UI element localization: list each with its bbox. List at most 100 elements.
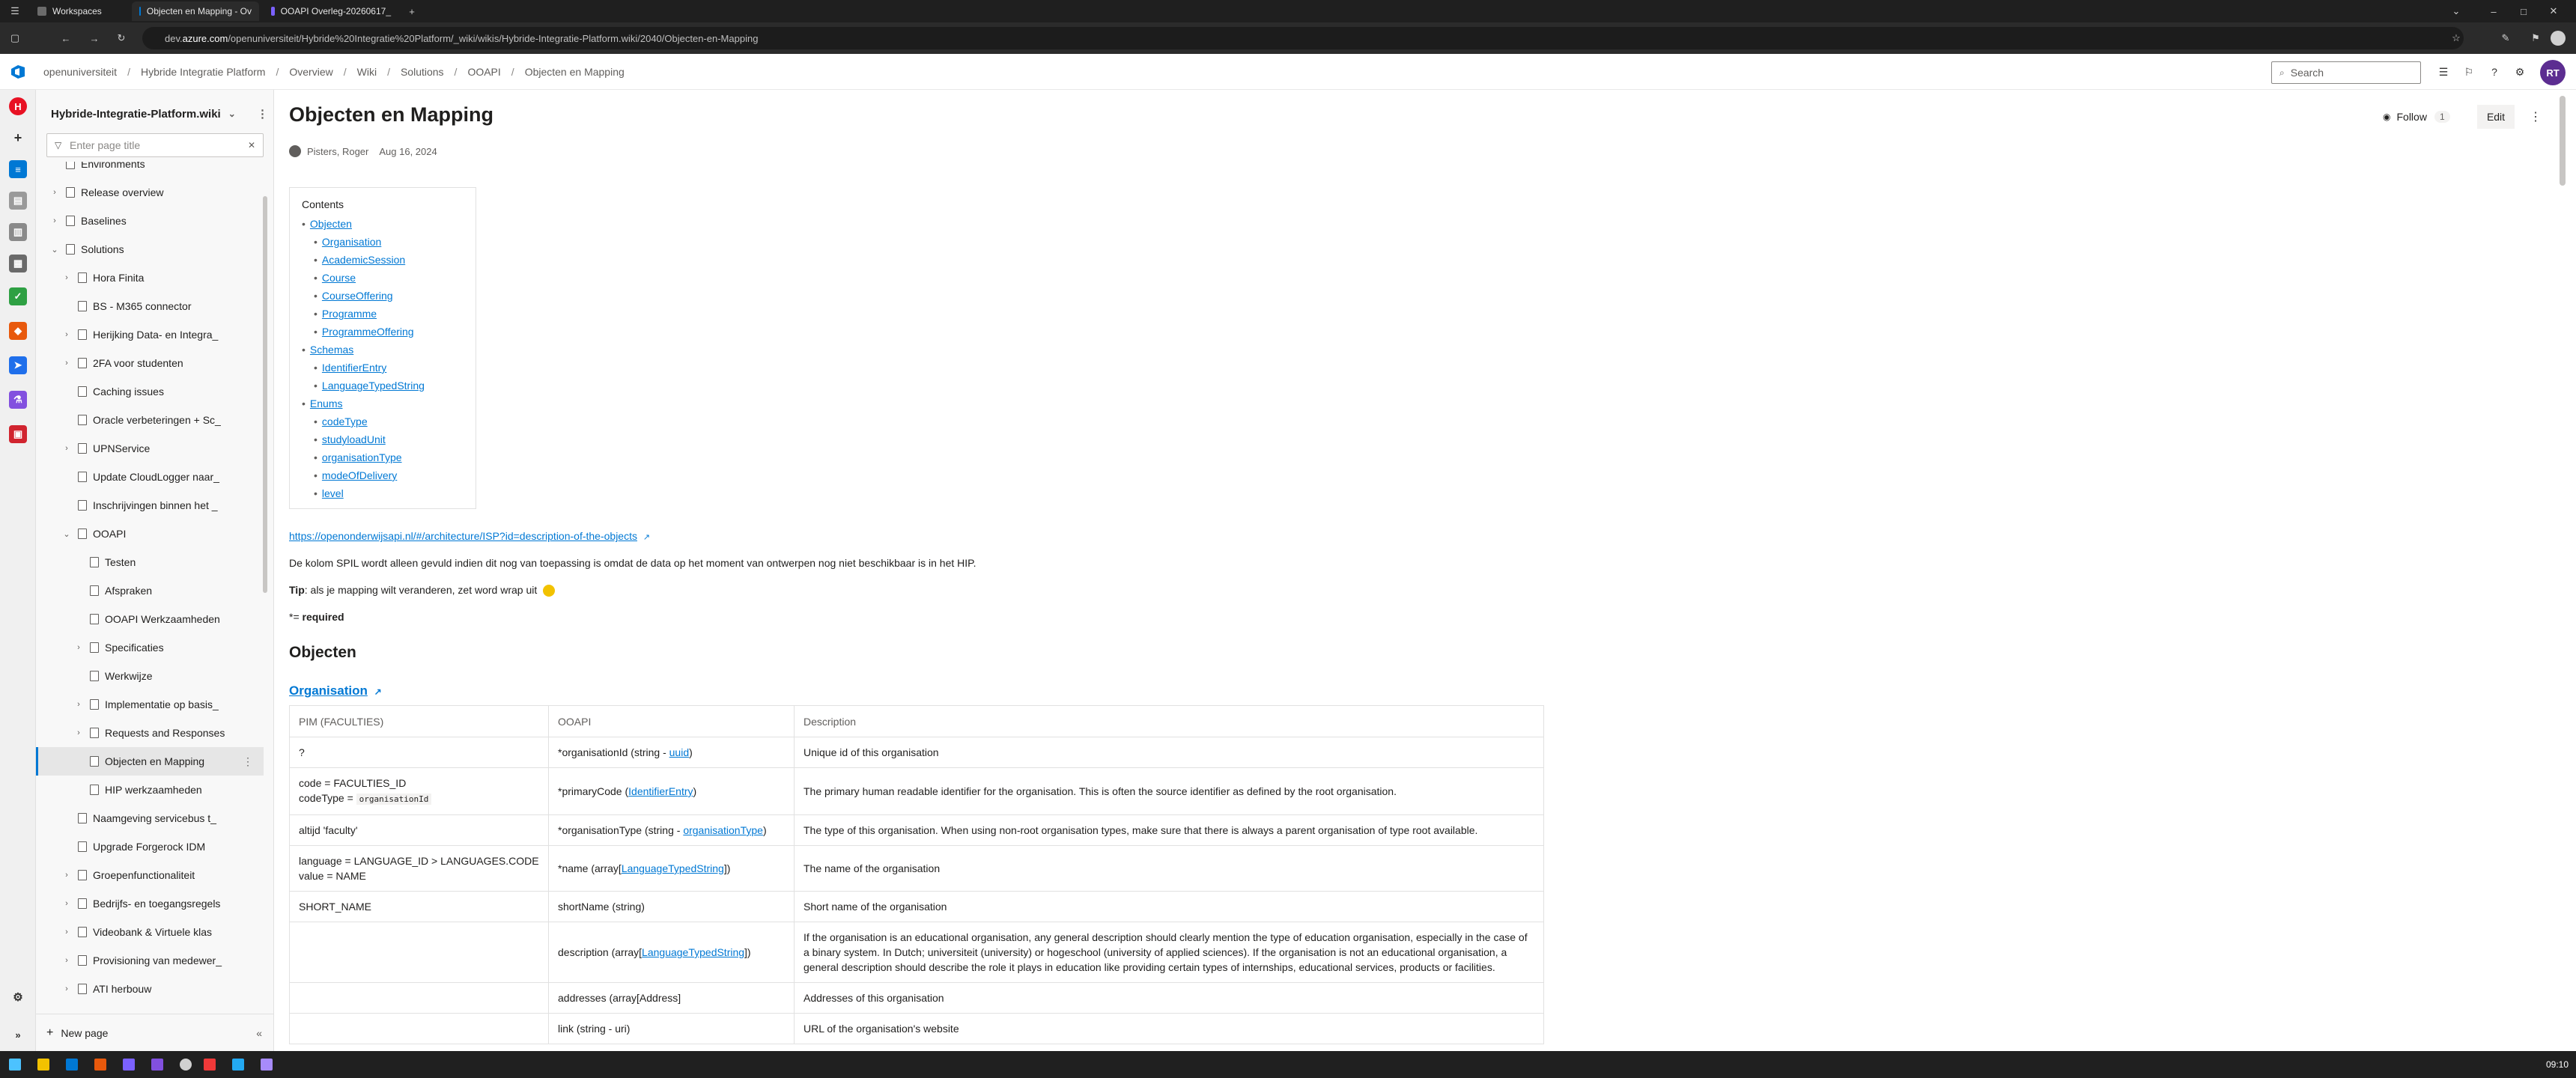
start-icon[interactable] xyxy=(9,1059,21,1071)
tree-item[interactable]: › Hora Finita xyxy=(36,264,264,292)
back-icon[interactable]: ← xyxy=(58,31,73,46)
tree-item[interactable]: › Requests and Responses xyxy=(36,719,264,747)
artifacts-icon[interactable]: ▣ xyxy=(9,425,27,443)
tree-item[interactable]: › Provisioning van medewer_ xyxy=(36,946,264,975)
azure-devops-logo-icon[interactable] xyxy=(9,63,27,81)
test-plans-icon[interactable]: ⚗ xyxy=(9,391,27,409)
chevron-right-icon[interactable]: › xyxy=(73,700,84,709)
tree-item[interactable]: Update CloudLogger naar_ xyxy=(36,463,264,491)
new-tab-icon[interactable]: + xyxy=(404,4,419,19)
powerpoint-icon[interactable] xyxy=(94,1059,106,1071)
toc-link[interactable]: Objecten xyxy=(310,218,352,230)
extensions-icon[interactable]: ⚑ xyxy=(2528,31,2543,46)
minimize-icon[interactable]: – xyxy=(2486,4,2501,19)
toc-link[interactable]: ProgrammeOffering xyxy=(322,326,414,338)
toc-link[interactable]: AcademicSession xyxy=(322,254,405,266)
tree-item[interactable]: Inschrijvingen binnen het _ xyxy=(36,491,264,520)
filter-pages-input[interactable]: ▽ Enter page title ✕ xyxy=(46,133,264,157)
tree-item[interactable]: ⌄ OOAPI xyxy=(36,520,264,548)
objects-description-link[interactable]: https://openonderwijsapi.nl/#/architectu… xyxy=(289,530,637,542)
tab-ooapi-overleg[interactable]: OOAPI Overleg-20260617_ xyxy=(264,1,398,21)
toc-link[interactable]: Programme xyxy=(322,308,377,320)
project-settings-icon[interactable]: ⚙ xyxy=(9,988,27,1006)
breadcrumb-current-page[interactable]: Objecten en Mapping xyxy=(525,66,625,78)
tree-item[interactable]: › Bedrijfs- en toegangsregels xyxy=(36,889,264,918)
chevron-right-icon[interactable]: › xyxy=(49,188,60,197)
tree-item[interactable]: › Herijking Data- en Integra_ xyxy=(36,320,264,349)
search-input[interactable]: ⌕ Search xyxy=(2271,61,2421,84)
tree-item[interactable]: OOAPI Werkzaamheden xyxy=(36,605,264,633)
vivaldi-icon[interactable] xyxy=(204,1059,216,1071)
cell-ooapi-link[interactable]: LanguageTypedString xyxy=(622,862,724,874)
page-scrollbar[interactable] xyxy=(2560,96,2566,186)
wiki-more-icon[interactable]: ⋮ xyxy=(257,107,268,121)
tab-list-icon[interactable]: ⌄ xyxy=(2449,4,2464,19)
cell-ooapi-link[interactable]: IdentifierEntry xyxy=(628,785,693,797)
follow-button[interactable]: ◉ Follow 1 xyxy=(2383,105,2450,129)
chevron-right-icon[interactable]: › xyxy=(61,871,72,880)
author-name[interactable]: Pisters, Roger xyxy=(307,146,368,157)
project-icon[interactable]: H xyxy=(9,97,27,115)
organisation-link[interactable]: Organisation xyxy=(289,683,368,698)
list-icon[interactable]: ☰ xyxy=(2436,64,2451,79)
tree-item[interactable]: Naamgeving servicebus t_ xyxy=(36,804,264,832)
tree-item-more-icon[interactable]: ⋮ xyxy=(243,755,253,768)
tree-item[interactable]: › Specificaties xyxy=(36,633,264,662)
address-bar[interactable]: dev. azure.com/openuniversiteit/Hybride%2… xyxy=(142,27,2464,49)
toc-link[interactable]: modeOfDelivery xyxy=(322,469,397,481)
toc-link[interactable]: CourseOffering xyxy=(322,290,393,302)
bookmark-icon[interactable]: ☆ xyxy=(2449,31,2464,46)
wiki-selector[interactable]: Hybride-Integratie-Platform.wiki ⌄ ⋮ xyxy=(51,105,268,123)
toc-link[interactable]: studyloadUnit xyxy=(322,433,386,445)
toc-link[interactable]: IdentifierEntry xyxy=(322,362,386,374)
tree-item[interactable]: Upgrade Forgerock IDM xyxy=(36,832,264,861)
tree-item[interactable]: › 2FA voor studenten xyxy=(36,349,264,377)
cell-ooapi-link[interactable]: uuid xyxy=(669,746,689,758)
reload-icon[interactable]: ↻ xyxy=(114,31,129,46)
breadcrumb-project[interactable]: Hybride Integratie Platform xyxy=(141,66,266,78)
tree-item[interactable]: › Groepenfunctionaliteit xyxy=(36,861,264,889)
pipelines-icon[interactable]: ➤ xyxy=(9,356,27,374)
toc-link[interactable]: LanguageTypedString xyxy=(322,380,425,392)
tree-item[interactable]: Oracle verbeteringen + Sc_ xyxy=(36,406,264,434)
tree-item[interactable]: Objecten en Mapping ⋮ xyxy=(36,747,264,776)
tree-item[interactable]: Caching issues xyxy=(36,377,264,406)
tree-item[interactable]: Testen xyxy=(36,548,264,576)
tree-item[interactable]: › Release overview xyxy=(36,178,264,207)
user-settings-icon[interactable]: ⚙ xyxy=(2512,64,2527,79)
add-icon[interactable]: + xyxy=(9,129,27,147)
tree-item[interactable]: › ATI herbouw xyxy=(36,975,264,1003)
vscode-icon[interactable] xyxy=(232,1059,244,1071)
chevron-right-icon[interactable]: › xyxy=(73,728,84,737)
tree-item[interactable]: Environments xyxy=(36,162,264,178)
chevron-right-icon[interactable]: › xyxy=(61,330,72,339)
tree-item[interactable]: › Baselines xyxy=(36,207,264,235)
chevron-right-icon[interactable]: › xyxy=(61,359,72,368)
visual-studio-icon[interactable] xyxy=(151,1059,163,1071)
tree-item[interactable]: ⌄ Solutions xyxy=(36,235,264,264)
breadcrumb-ooapi[interactable]: OOAPI xyxy=(467,66,500,78)
tree-item[interactable]: Werkwijze xyxy=(36,662,264,690)
cell-ooapi-link[interactable]: LanguageTypedString xyxy=(642,946,744,958)
new-page-button[interactable]: + New page « xyxy=(36,1014,274,1051)
breadcrumb-overview[interactable]: Overview xyxy=(289,66,332,78)
chevron-down-icon[interactable]: ⌄ xyxy=(49,245,60,255)
wiki-icon[interactable]: ▥ xyxy=(9,223,27,241)
tree-item[interactable]: BS - M365 connector xyxy=(36,292,264,320)
close-icon[interactable]: ✕ xyxy=(2546,4,2561,19)
toc-link[interactable]: Course xyxy=(322,272,356,284)
dashboards-icon[interactable]: ▤ xyxy=(9,192,27,210)
breadcrumb-org[interactable]: openuniversiteit xyxy=(43,66,117,78)
tree-item[interactable]: HIP werkzaamheden xyxy=(36,776,264,804)
browser-menu-icon[interactable]: ☰ xyxy=(7,4,22,19)
outlook-icon[interactable] xyxy=(66,1059,78,1071)
wiki-active-icon[interactable]: ▦ xyxy=(9,255,27,272)
sidebar-toggle-icon[interactable]: ▢ xyxy=(7,31,22,46)
chevron-right-icon[interactable]: › xyxy=(49,216,60,225)
pen-icon[interactable]: ✎ xyxy=(2498,31,2513,46)
breadcrumb-solutions[interactable]: Solutions xyxy=(401,66,444,78)
file-explorer-icon[interactable] xyxy=(37,1059,49,1071)
maximize-icon[interactable]: □ xyxy=(2516,4,2531,19)
boards-icon[interactable]: ✓ xyxy=(9,287,27,305)
app-icon[interactable] xyxy=(261,1059,273,1071)
